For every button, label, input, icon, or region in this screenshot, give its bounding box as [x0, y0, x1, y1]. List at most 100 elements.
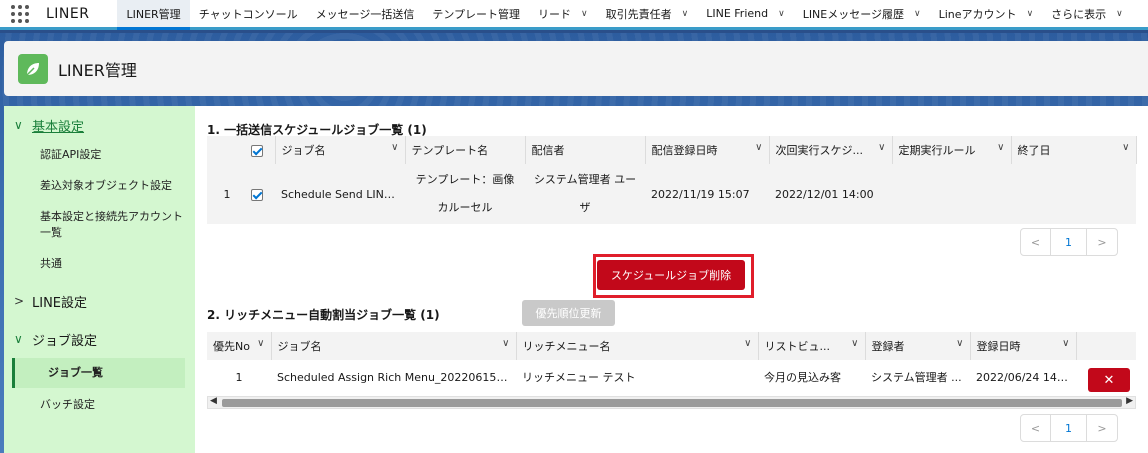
scroll-left-icon[interactable]: ◀ [210, 396, 217, 406]
schedule-table: ジョブ名 ∨ テンプレート名 配信者 配信登録日時 ∨ 次回実行スケジ... ∨ 定期… [207, 136, 1137, 224]
chevron-right-icon: > [14, 294, 25, 308]
column-header-date[interactable]: 登録日時 ∨ [970, 332, 1077, 360]
cell-template-link[interactable]: テンプレート：画像カルーセル [405, 164, 525, 224]
chevron-down-icon[interactable]: ∨ [851, 338, 858, 349]
header-label: 配信登録日時 [651, 144, 718, 157]
nav-item-bulk-message[interactable]: メッセージ一括送信 [307, 0, 424, 29]
sidebar-item-label: 共通 [40, 257, 62, 270]
chevron-down-icon[interactable]: ∨ [1116, 9, 1123, 19]
chevron-down-icon[interactable]: ∨ [1122, 142, 1129, 153]
column-header-next-run[interactable]: 次回実行スケジ... ∨ [769, 136, 893, 164]
horizontal-scrollbar[interactable]: ◀ ▶ [207, 396, 1136, 409]
column-header-registered[interactable]: 配信登録日時 ∨ [645, 136, 770, 164]
page-number[interactable]: 1 [1051, 415, 1087, 441]
header-label: リッチメニュー名 [522, 340, 611, 353]
column-header-priority[interactable]: 優先No ∨ [207, 332, 272, 360]
sidebar-item-batch[interactable]: バッチ設定 [4, 388, 195, 413]
sidebar-item-label: ジョブ一覧 [48, 366, 103, 379]
cell-next-run: 2022/12/01 14:00 [775, 187, 874, 201]
scrollbar-thumb[interactable] [222, 399, 1122, 407]
nav-label: さらに表示 [1051, 7, 1107, 21]
sidebar-section-label: 基本設定 [32, 119, 85, 135]
chevron-down-icon[interactable]: ∨ [744, 338, 751, 349]
update-priority-button[interactable]: 優先順位更新 [522, 300, 615, 326]
row-number: 1 [223, 187, 231, 201]
header-label: ジョブ名 [277, 340, 322, 353]
page-title: LINER管理 [58, 60, 137, 80]
nav-item-template-admin[interactable]: テンプレート管理 [423, 0, 529, 29]
next-page-button[interactable]: > [1087, 415, 1117, 441]
cell-date: 2022/06/24 14:23 [976, 370, 1075, 384]
nav-item-line-friend[interactable]: LINE Friend ∨ [697, 0, 793, 29]
row-number-header [207, 136, 247, 164]
chevron-down-icon: ∨ [14, 332, 23, 346]
page-number[interactable]: 1 [1051, 229, 1087, 255]
chevron-down-icon[interactable]: ∨ [1027, 9, 1034, 19]
chevron-down-icon[interactable]: ∨ [257, 338, 264, 349]
nav-item-leads[interactable]: リード ∨ [529, 0, 597, 29]
sidebar-section-label: ジョブ設定 [32, 333, 98, 349]
prev-page-button[interactable]: < [1021, 415, 1051, 441]
rich-menu-pagination: < 1 > [1020, 414, 1118, 442]
column-header-job-name[interactable]: ジョブ名 ∨ [275, 136, 406, 164]
app-name: LINER [46, 5, 90, 22]
sidebar-section-basic[interactable]: ∨ 基本設定 [4, 110, 195, 140]
column-header-rich-menu[interactable]: リッチメニュー名 ∨ [516, 332, 759, 360]
cell-job-name[interactable]: Scheduled Assign Rich Menu_2022061517331… [271, 360, 516, 394]
scroll-right-icon[interactable]: ▶ [1126, 396, 1133, 406]
row-checkbox[interactable] [247, 164, 275, 224]
cell-priority: 1 [235, 370, 243, 384]
header-label: ジョブ名 [281, 144, 326, 157]
app-launcher-icon[interactable] [0, 0, 40, 29]
chevron-down-icon[interactable]: ∨ [755, 142, 762, 153]
nav-item-contacts[interactable]: 取引先責任者 ∨ [597, 0, 698, 29]
nav-item-line-history[interactable]: LINEメッセージ履歴 ∨ [794, 0, 930, 29]
column-header-sender[interactable]: 配信者 [525, 136, 646, 164]
column-header-job-name[interactable]: ジョブ名 ∨ [271, 332, 517, 360]
cell-listview: 今月の見込み客 [764, 371, 841, 384]
chevron-down-icon[interactable]: ∨ [997, 142, 1004, 153]
nav-item-liner-admin[interactable]: LINER管理 [117, 0, 190, 30]
column-header-template[interactable]: テンプレート名 [405, 136, 526, 164]
chevron-down-icon[interactable]: ∨ [778, 9, 785, 19]
sidebar-item-common[interactable]: 共通 [4, 250, 195, 282]
sidebar-item-target-object[interactable]: 差込対象オブジェクト設定 [4, 172, 195, 203]
select-all-checkbox[interactable] [247, 136, 276, 164]
chevron-down-icon[interactable]: ∨ [502, 338, 509, 349]
delete-rich-job-button[interactable]: ✕ [1088, 368, 1130, 392]
nav-label: 取引先責任者 [605, 7, 672, 21]
page-header: LINER管理 [4, 41, 1148, 96]
nav-item-more[interactable]: さらに表示 ∨ [1042, 0, 1132, 29]
chevron-down-icon[interactable]: ∨ [1062, 338, 1069, 349]
chevron-down-icon[interactable]: ∨ [682, 9, 689, 19]
nav-label: Lineアカウント [938, 7, 1017, 21]
chevron-down-icon[interactable]: ∨ [581, 9, 588, 19]
chevron-down-icon[interactable]: ∨ [956, 338, 963, 349]
cell-user: システム管理者 ... [871, 371, 962, 384]
sidebar-section-job[interactable]: ∨ ジョブ設定 [4, 324, 195, 354]
column-header-end-date[interactable]: 終了日 ∨ [1011, 136, 1137, 164]
rich-menu-table: 優先No ∨ ジョブ名 ∨ リッチメニュー名 ∨ リストビュ... ∨ 登録者 ∨ 登録日… [207, 332, 1136, 394]
chevron-down-icon[interactable]: ∨ [878, 142, 885, 153]
cell-rule [892, 164, 1011, 224]
column-header-rule[interactable]: 定期実行ルール ∨ [892, 136, 1012, 164]
table-row: 1 Schedule Send LINE ... テンプレート：画像カルーセル … [207, 164, 1136, 224]
chevron-down-icon[interactable]: ∨ [914, 9, 921, 19]
delete-schedule-job-button[interactable]: スケジュールジョブ削除 [597, 260, 745, 290]
table-header-row: 優先No ∨ ジョブ名 ∨ リッチメニュー名 ∨ リストビュ... ∨ 登録者 ∨ 登録日… [207, 332, 1136, 360]
sidebar-item-account-list[interactable]: 基本設定と接続先アカウント一覧 [4, 203, 195, 250]
column-header-user[interactable]: 登録者 ∨ [865, 332, 971, 360]
cell-job-name[interactable]: Schedule Send LINE ... [275, 164, 405, 224]
next-page-button[interactable]: > [1087, 229, 1117, 255]
cell-sender-link[interactable]: システム管理者 ユーザ [525, 164, 645, 224]
prev-page-button[interactable]: < [1021, 229, 1051, 255]
sidebar-item-job-list[interactable]: ジョブ一覧 [12, 358, 185, 388]
nav-item-line-account[interactable]: Lineアカウント ∨ [930, 0, 1043, 29]
column-header-listview[interactable]: リストビュ... ∨ [758, 332, 866, 360]
nav-item-chat-console[interactable]: チャットコンソール [190, 0, 307, 29]
sidebar-section-line[interactable]: > LINE設定 [4, 286, 195, 316]
chevron-down-icon[interactable]: ∨ [391, 142, 398, 153]
sidebar-item-auth-api[interactable]: 認証API設定 [4, 140, 195, 172]
nav-label: メッセージ一括送信 [315, 7, 415, 21]
cell-rich-menu: リッチメニュー テスト [522, 371, 636, 384]
